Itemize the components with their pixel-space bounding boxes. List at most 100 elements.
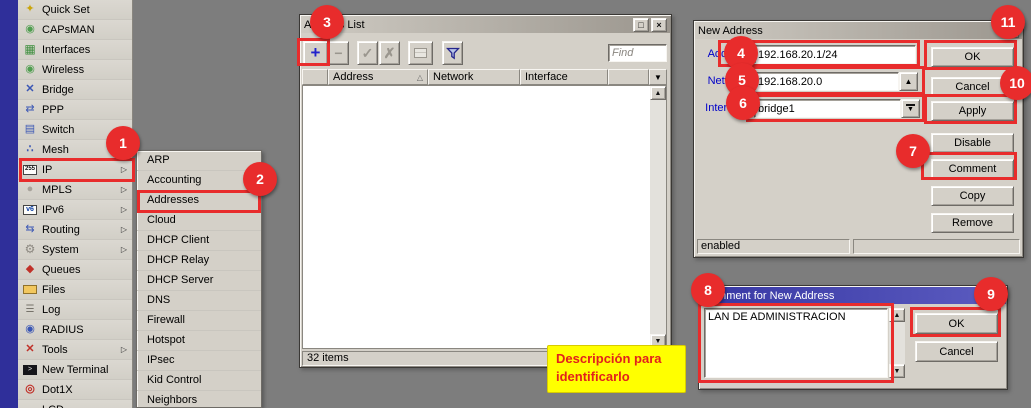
sidebar-item-wireless[interactable]: Wireless [18,60,132,80]
network-card-icon [23,43,37,56]
column-label: Interface [525,71,568,83]
button-label: OK [949,318,965,330]
vertical-scrollbar[interactable]: ▲ ▼ [650,86,666,348]
interface-input[interactable] [755,100,900,117]
column-menu-button[interactable]: ▼ [649,69,667,85]
remove-button[interactable]: Remove [931,213,1014,233]
address-list-table: ▲ ▼ [302,85,667,349]
comment-cancel-button[interactable]: Cancel [915,341,998,362]
sidebar-item-lcd[interactable]: LCD [18,400,132,408]
sidebar-item-bridge[interactable]: Bridge [18,80,132,100]
network-spinner-button[interactable]: ▲ [899,72,918,91]
find-input[interactable] [609,45,666,61]
sidebar-item-system[interactable]: System▷ [18,240,132,260]
disable-button[interactable]: Disable [931,133,1014,153]
sidebar-item-new-terminal[interactable]: New Terminal [18,360,132,380]
terminal-icon [23,365,37,375]
sidebar-item-mpls[interactable]: MPLS▷ [18,180,132,200]
menu-item-kid-control[interactable]: Kid Control [137,371,261,391]
sidebar-item-ip[interactable]: IP▷ [18,160,132,180]
disable-button[interactable]: ✗ [379,41,400,65]
column-label: Network [433,71,473,83]
sidebar-item-label: MPLS [42,184,72,196]
menu-item-cloud[interactable]: Cloud [137,211,261,231]
comment-ok-button[interactable]: OK [915,313,998,334]
remove-address-button[interactable]: − [328,41,349,65]
submenu-arrow-icon: ▷ [121,165,132,174]
address-list-titlebar[interactable]: Address List □ × [301,16,670,33]
button-label: Copy [960,190,986,202]
dropdown-icon: ▼ [906,104,915,113]
enable-button[interactable]: ✓ [357,41,378,65]
sidebar-item-log[interactable]: Log [18,300,132,320]
submenu-arrow-icon: ▷ [121,245,132,254]
sidebar-item-files[interactable]: Files [18,280,132,300]
column-header-address[interactable]: Address△ [328,69,428,85]
menu-item-ipsec[interactable]: IPsec [137,351,261,371]
gear-icon [23,243,37,256]
menu-item-dns[interactable]: DNS [137,291,261,311]
menu-item-firewall[interactable]: Firewall [137,311,261,331]
menu-item-dhcp-client[interactable]: DHCP Client [137,231,261,251]
scrollbar-track[interactable] [889,322,905,364]
filter-button[interactable] [442,41,463,65]
step-badge-9: 9 [974,277,1008,311]
sidebar-item-interfaces[interactable]: Interfaces [18,40,132,60]
ipv6-icon [23,205,37,215]
copy-button[interactable]: Copy [931,186,1014,206]
sidebar-item-quick-set[interactable]: Quick Set [18,0,132,20]
wand-icon [23,3,37,16]
sidebar-item-ipv6[interactable]: IPv6▷ [18,200,132,220]
network-input[interactable] [755,73,898,90]
apply-button[interactable]: Apply [931,101,1014,121]
comment-scrollbar[interactable]: ▲ ▼ [889,308,905,378]
menu-item-hotspot[interactable]: Hotspot [137,331,261,351]
menu-item-neighbors[interactable]: Neighbors [137,391,261,408]
add-address-button[interactable]: + [303,41,328,65]
step-badge-8: 8 [691,273,725,307]
comment-textarea[interactable]: LAN DE ADMINISTRACION [704,308,888,378]
close-button[interactable]: × [651,18,667,32]
sidebar-item-radius[interactable]: RADIUS [18,320,132,340]
menu-item-arp[interactable]: ARP [137,151,261,171]
menu-item-dhcp-relay[interactable]: DHCP Relay [137,251,261,271]
column-header-blank[interactable] [302,69,328,85]
button-label: Comment [949,163,997,175]
sidebar-item-label: Files [42,284,65,296]
scrollbar-track[interactable] [650,100,666,334]
sidebar-item-ppp[interactable]: PPP [18,100,132,120]
menu-item-dhcp-server[interactable]: DHCP Server [137,271,261,291]
ip-255-icon [23,165,37,175]
menu-item-addresses[interactable]: Addresses [137,191,261,211]
status-cell-empty [853,239,1020,254]
check-icon: ✓ [362,45,374,62]
scroll-up-icon[interactable]: ▲ [650,86,666,100]
ok-button[interactable]: OK [931,47,1014,67]
main-menu-sidebar: Quick Set CAPsMAN Interfaces Wireless Br… [18,0,133,408]
maximize-button[interactable]: □ [633,18,649,32]
column-header-interface[interactable]: Interface [520,69,608,85]
step-badge-6: 6 [726,86,760,120]
sidebar-item-queues[interactable]: Queues [18,260,132,280]
submenu-arrow-icon: ▷ [121,225,132,234]
sidebar-item-label: Queues [42,264,81,276]
comment-button[interactable]: Comment [931,159,1014,179]
scroll-up-icon[interactable]: ▲ [889,308,905,322]
scroll-down-icon[interactable]: ▼ [889,364,905,378]
comment-toolbar-button[interactable] [408,41,433,65]
sidebar-item-label: Wireless [42,64,84,76]
interface-dropdown-button[interactable]: ▼ [901,99,920,118]
address-list-rows[interactable] [303,86,650,348]
wireless-antenna-icon [23,63,37,76]
sidebar-item-dot1x[interactable]: Dot1X [18,380,132,400]
comment-dialog-titlebar[interactable]: Comment for New Address × [700,287,1006,304]
winbox-left-strip [0,0,18,408]
column-header-network[interactable]: Network [428,69,520,85]
sidebar-item-label: Log [42,304,60,316]
address-input[interactable] [755,46,915,63]
radius-users-icon [23,323,37,336]
sidebar-item-tools[interactable]: Tools▷ [18,340,132,360]
sidebar-item-capsman[interactable]: CAPsMAN [18,20,132,40]
sidebar-item-routing[interactable]: Routing▷ [18,220,132,240]
bridge-icon [23,83,37,96]
